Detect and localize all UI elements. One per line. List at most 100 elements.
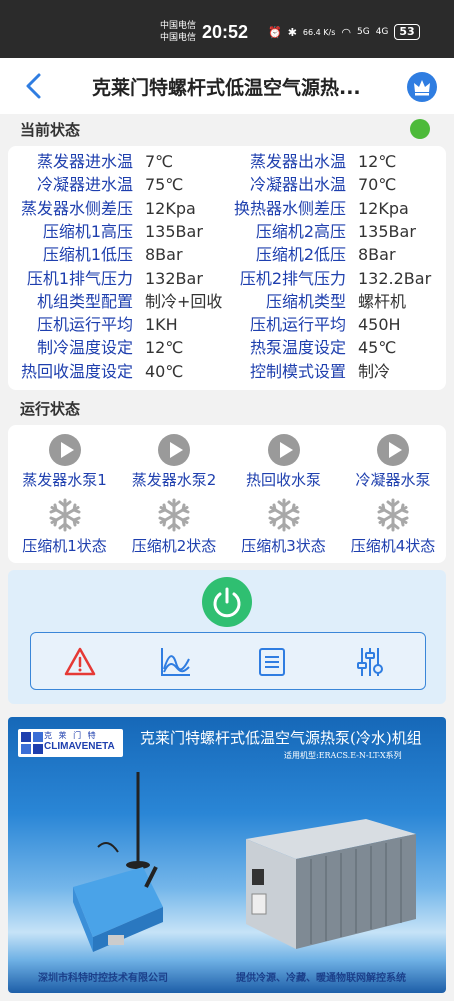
status-label-right: 冷凝器出水温 xyxy=(249,175,346,195)
status-label-right: 控制模式设置 xyxy=(249,361,346,381)
status-label-right: 压缩机类型 xyxy=(265,291,346,311)
play-icon xyxy=(10,433,119,467)
status-label-right: 换热器水侧差压 xyxy=(233,198,346,218)
status-label-right: 压机运行平均 xyxy=(249,315,346,335)
bluetooth-icon: ✱ xyxy=(287,25,297,39)
gateway-device-image xyxy=(73,772,163,952)
tool-bar xyxy=(30,632,426,690)
status-label-left: 压机1排气压力 xyxy=(26,268,133,288)
status-value-left: 1KH xyxy=(145,315,178,335)
status-label-right: 热泵温度设定 xyxy=(249,338,346,358)
status-value-left: 135Bar xyxy=(145,221,203,241)
snowflake-icon xyxy=(339,497,448,533)
compressor-status[interactable]: 压缩机3状态 xyxy=(229,497,338,556)
compressor-status-label: 压缩机1状态 xyxy=(22,537,107,555)
status-label-left: 压机运行平均 xyxy=(36,315,133,335)
status-value-right: 450H xyxy=(358,315,401,335)
page-title: 克莱门特螺杆式低温空气源热... xyxy=(92,77,361,99)
status-value-right: 135Bar xyxy=(358,221,416,241)
snowflake-icon xyxy=(10,497,119,533)
status-value-right: 70℃ xyxy=(358,175,397,195)
banner-subtitle: 适用机型:ERACS.E-N-LT-X系列 xyxy=(284,751,402,760)
status-label-left: 蒸发器水侧差压 xyxy=(20,198,133,218)
chart-icon[interactable] xyxy=(159,645,193,679)
current-status-heading: 当前状态 xyxy=(20,121,81,139)
status-value-left: 8Bar xyxy=(145,245,183,265)
status-label-left: 压缩机1低压 xyxy=(42,245,133,265)
pump-status[interactable]: 热回收水泵 xyxy=(229,433,338,490)
status-icons: ⏰ ✱ 66.4 K/s ◠ 5G 4G 53 xyxy=(268,24,420,40)
logo-chinese: 克 莱 门 特 xyxy=(44,731,98,740)
battery-level: 53 xyxy=(394,24,420,40)
net-speed: 66.4 K/s xyxy=(302,27,336,37)
status-value-left: 40℃ xyxy=(145,361,184,381)
status-label-right: 压机2排气压力 xyxy=(239,268,346,288)
pump-status-label: 冷凝器水泵 xyxy=(355,471,431,489)
status-value-right: 132.2Bar xyxy=(358,268,432,288)
power-icon xyxy=(213,587,241,618)
status-value-right: 12℃ xyxy=(358,152,397,171)
pump-status[interactable]: 冷凝器水泵 xyxy=(339,433,448,490)
current-status-card: 蒸发器进水温 7℃ 蒸发器出水温 12℃ 冷凝器进水温 75℃ 冷凝器出水温 70℃ 蒸发器水侧… xyxy=(8,146,446,390)
status-bar: 中国电信 中国电信 20:52 ⏰ ✱ 66.4 K/s ◠ 5G 4G 53 xyxy=(0,0,454,58)
brand-mark-icon xyxy=(21,732,43,754)
snowflake-icon xyxy=(120,497,229,533)
status-value-left: 12Kpa xyxy=(145,198,196,218)
banner-footer-left: 深圳市科特时控技术有限公司 xyxy=(38,973,168,984)
carrier-2: 中国电信 xyxy=(160,33,197,43)
signal-2: 4G xyxy=(375,27,389,37)
online-status-indicator xyxy=(410,119,430,139)
status-label-left: 压缩机1高压 xyxy=(42,221,133,241)
compressor-status-label: 压缩机4状态 xyxy=(350,537,436,555)
status-label-right: 压缩机2高压 xyxy=(255,221,346,241)
compressor-status[interactable]: 压缩机2状态 xyxy=(120,497,229,556)
status-label-right: 蒸发器出水温 xyxy=(249,152,346,171)
status-value-left: 75℃ xyxy=(145,175,184,195)
status-label-left: 制冷温度设定 xyxy=(36,338,133,358)
crown-icon[interactable] xyxy=(407,72,437,102)
compressor-status-label: 压缩机3状态 xyxy=(241,537,326,555)
title-bar: 克莱门特螺杆式低温空气源热... xyxy=(0,58,454,114)
status-label-left: 冷凝器进水温 xyxy=(36,175,133,195)
carrier-labels: 中国电信 中国电信 xyxy=(160,20,196,44)
pump-status-label: 热回收水泵 xyxy=(245,471,321,489)
wifi-icon: ◠ xyxy=(341,25,351,39)
status-value-right: 螺杆机 xyxy=(358,291,407,311)
play-icon xyxy=(229,433,338,467)
signal-1: 5G xyxy=(357,27,370,37)
brand-logo: 克 莱 门 特 CLIMAVENETA xyxy=(18,729,123,757)
run-status-heading: 运行状态 xyxy=(20,400,81,418)
banner-title: 克莱门特螺杆式低温空气源热泵(冷水)机组 xyxy=(140,729,422,747)
heat-pump-unit-image xyxy=(246,819,416,949)
status-value-right: 制冷 xyxy=(358,361,391,381)
clock: 20:52 xyxy=(202,22,249,42)
status-value-right: 8Bar xyxy=(358,245,396,265)
status-value-right: 12Kpa xyxy=(358,198,409,218)
list-icon[interactable] xyxy=(255,645,289,679)
compressor-status[interactable]: 压缩机1状态 xyxy=(10,497,119,556)
play-icon xyxy=(120,433,229,467)
snowflake-icon xyxy=(229,497,338,533)
status-value-left: 132Bar xyxy=(145,268,203,288)
status-value-right: 45℃ xyxy=(358,338,397,358)
status-label-left: 热回收温度设定 xyxy=(20,361,133,381)
compressor-status-label: 压缩机2状态 xyxy=(131,537,217,555)
status-value-left: 12℃ xyxy=(145,338,184,358)
logo-english: CLIMAVENETA xyxy=(44,741,115,752)
status-label-left: 机组类型配置 xyxy=(36,291,133,311)
pump-status[interactable]: 蒸发器水泵1 xyxy=(10,433,119,490)
pump-status[interactable]: 蒸发器水泵2 xyxy=(120,433,229,490)
status-label-left: 蒸发器进水温 xyxy=(36,152,133,171)
product-banner: 克 莱 门 特 CLIMAVENETA 克莱门特螺杆式低温空气源热泵(冷水)机组… xyxy=(8,717,446,993)
back-arrow-icon[interactable] xyxy=(22,72,46,100)
carrier-1: 中国电信 xyxy=(160,21,197,31)
pump-status-label: 蒸发器水泵1 xyxy=(22,471,107,489)
settings-sliders-icon[interactable] xyxy=(353,645,387,679)
status-value-left: 7℃ xyxy=(145,152,174,171)
status-value-left: 制冷+回收 xyxy=(145,291,223,311)
status-label-right: 压缩机2低压 xyxy=(255,245,346,265)
compressor-status[interactable]: 压缩机4状态 xyxy=(339,497,448,556)
run-status-card: 蒸发器水泵1 蒸发器水泵2 热回收水泵 冷凝器水泵压缩机1状态 压缩机2状态 压缩机3状态… xyxy=(8,425,446,563)
power-button[interactable] xyxy=(202,577,252,627)
alarm-icon[interactable] xyxy=(63,645,97,679)
